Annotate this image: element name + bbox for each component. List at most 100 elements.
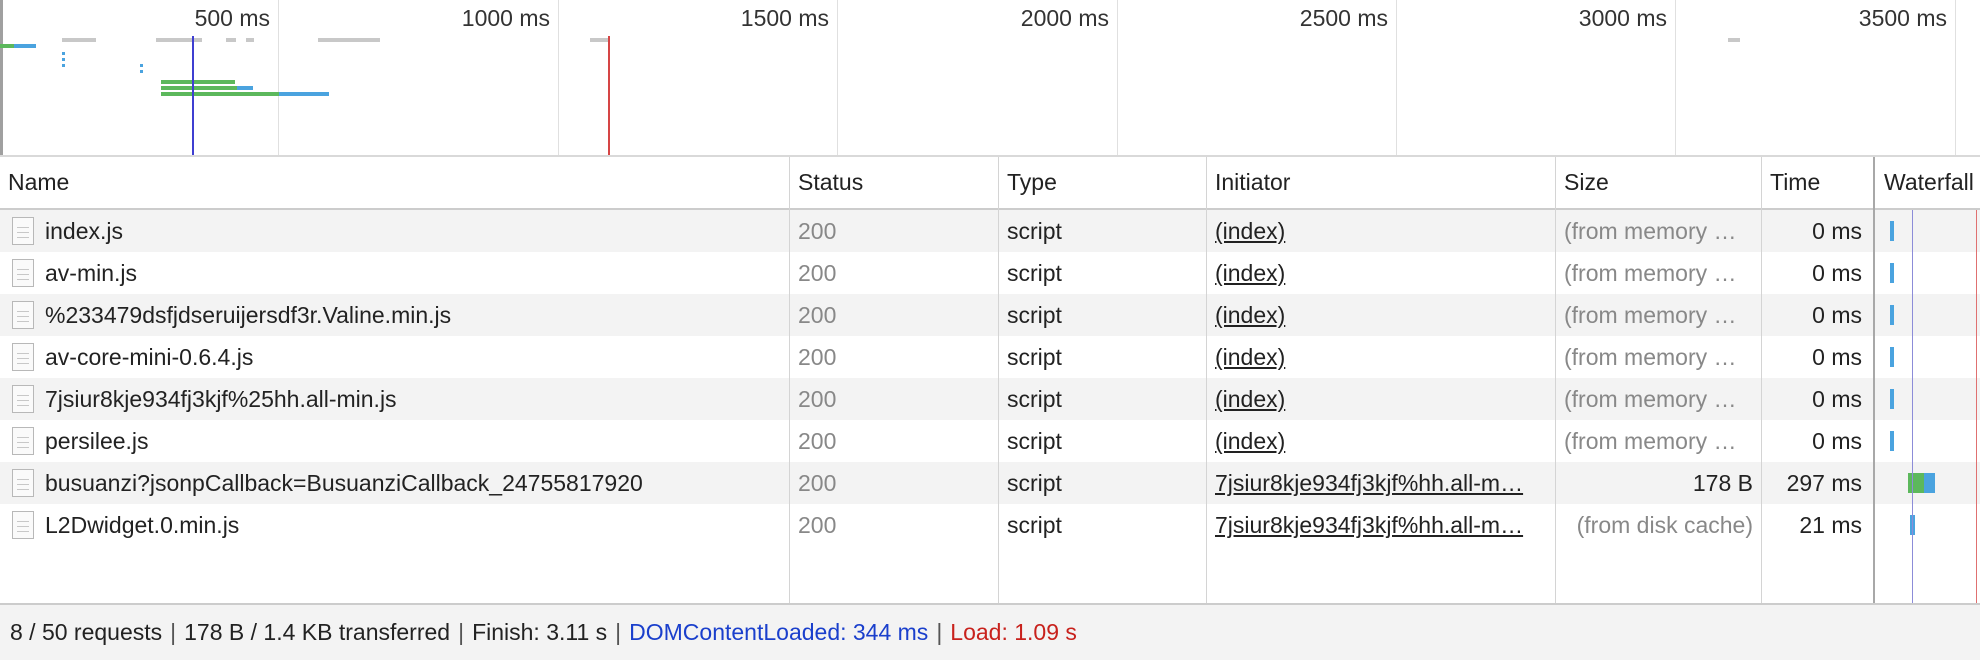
waterfall-bar <box>1890 389 1894 409</box>
overview-tick-label: 1000 ms <box>461 5 550 31</box>
request-status: 200 <box>798 428 837 454</box>
waterfall-load-line <box>1976 210 1977 603</box>
overview-request-bar <box>62 58 65 61</box>
overview-gridline <box>1396 0 1397 155</box>
overview-request-bar <box>140 64 143 67</box>
column-separator[interactable] <box>1761 157 1762 603</box>
script-file-icon <box>12 343 34 371</box>
overview-request-bar <box>161 86 237 90</box>
request-initiator-link[interactable]: (index) <box>1207 378 1555 420</box>
request-name: av-core-mini-0.6.4.js <box>0 336 788 378</box>
request-type: script <box>1007 386 1062 412</box>
waterfall-bar <box>1890 305 1894 325</box>
request-initiator-link[interactable]: (index) <box>1207 294 1555 336</box>
request-name-text: %233479dsfjdseruijersdf3r.Valine.min.js <box>45 302 452 328</box>
table-row[interactable]: index.js 200 script (index) (from memory… <box>0 210 1980 252</box>
separator: | <box>170 619 177 645</box>
request-initiator-link[interactable]: 7jsiur8kje934fj3kjf%hh.all-m… <box>1207 462 1555 504</box>
waterfall-bar <box>1890 347 1894 367</box>
request-size: 178 B <box>1692 470 1753 496</box>
column-separator[interactable] <box>1206 157 1207 603</box>
request-count: 8 / 50 requests <box>10 619 163 645</box>
table-row[interactable]: av-core-mini-0.6.4.js 200 script (index)… <box>0 336 1980 378</box>
column-separator[interactable] <box>1873 157 1875 603</box>
waterfall-bar <box>1890 221 1894 241</box>
overview-gridline <box>1675 0 1676 155</box>
request-name-text: 7jsiur8kje934fj3kjf%25hh.all-min.js <box>45 386 397 412</box>
request-name: persilee.js <box>0 420 788 462</box>
request-name: busuanzi?jsonpCallback=BusuanziCallback_… <box>0 462 788 504</box>
request-status: 200 <box>798 302 837 328</box>
column-header-time[interactable]: Time <box>1762 157 1874 208</box>
overview-request-bar <box>156 38 202 42</box>
overview-request-bar <box>226 38 236 42</box>
script-file-icon <box>12 469 34 497</box>
request-type: script <box>1007 344 1062 370</box>
column-header-waterfall[interactable]: Waterfall <box>1876 157 1980 208</box>
table-row[interactable]: av-min.js 200 script (index) (from memor… <box>0 252 1980 294</box>
overview-request-bar <box>0 44 14 48</box>
separator: | <box>615 619 622 645</box>
request-status: 200 <box>798 512 837 538</box>
waterfall-bar <box>1890 431 1894 451</box>
overview-gridline <box>278 0 279 155</box>
network-request-table: Name Status Type Initiator Size Time Wat… <box>0 157 1980 603</box>
overview-gridline <box>558 0 559 155</box>
request-name-text: index.js <box>45 218 123 244</box>
overview-load-marker <box>608 36 610 155</box>
request-time: 297 ms <box>1786 470 1862 496</box>
column-header-name[interactable]: Name <box>0 157 788 208</box>
request-initiator-link[interactable]: (index) <box>1207 336 1555 378</box>
request-name-text: av-core-mini-0.6.4.js <box>45 344 254 370</box>
overview-request-bar <box>1728 38 1740 42</box>
script-file-icon <box>12 301 34 329</box>
column-header-type[interactable]: Type <box>999 157 1206 208</box>
transferred-size: 178 B / 1.4 KB transferred <box>184 619 451 645</box>
request-type: script <box>1007 218 1062 244</box>
table-row[interactable]: %233479dsfjdseruijersdf3r.Valine.min.js … <box>0 294 1980 336</box>
overview-request-bar <box>14 44 36 48</box>
script-file-icon <box>12 217 34 245</box>
waterfall-bar-download <box>1924 473 1935 493</box>
table-row[interactable]: busuanzi?jsonpCallback=BusuanziCallback_… <box>0 462 1980 504</box>
request-name: %233479dsfjdseruijersdf3r.Valine.min.js <box>0 294 788 336</box>
waterfall-bar <box>1890 263 1894 283</box>
request-time: 0 ms <box>1812 302 1862 328</box>
column-separator[interactable] <box>1555 157 1556 603</box>
overview-timeline[interactable]: 500 ms 1000 ms 1500 ms 2000 ms 2500 ms 3… <box>0 0 1980 157</box>
column-separator[interactable] <box>789 157 790 603</box>
column-header-status[interactable]: Status <box>790 157 998 208</box>
request-size: (from memory … <box>1564 386 1737 412</box>
domcontentloaded-time: DOMContentLoaded: 344 ms <box>629 619 929 645</box>
request-status: 200 <box>798 344 837 370</box>
table-row[interactable]: L2Dwidget.0.min.js 200 script 7jsiur8kje… <box>0 504 1980 546</box>
overview-request-bar <box>279 92 329 96</box>
overview-tick-label: 3000 ms <box>1578 5 1667 31</box>
column-header-initiator[interactable]: Initiator <box>1207 157 1555 208</box>
request-initiator-link[interactable]: (index) <box>1207 252 1555 294</box>
request-initiator-link[interactable]: 7jsiur8kje934fj3kjf%hh.all-m… <box>1207 504 1555 546</box>
request-time: 0 ms <box>1812 218 1862 244</box>
overview-request-bar <box>62 52 65 55</box>
request-initiator-link[interactable]: (index) <box>1207 420 1555 462</box>
request-time: 0 ms <box>1812 344 1862 370</box>
request-status: 200 <box>798 260 837 286</box>
request-initiator-link[interactable]: (index) <box>1207 210 1555 252</box>
overview-tick-label: 1500 ms <box>740 5 829 31</box>
request-time: 0 ms <box>1812 428 1862 454</box>
overview-tick-label: 2500 ms <box>1299 5 1388 31</box>
request-name-text: L2Dwidget.0.min.js <box>45 512 240 538</box>
request-status: 200 <box>798 218 837 244</box>
table-row[interactable]: 7jsiur8kje934fj3kjf%25hh.all-min.js 200 … <box>0 378 1980 420</box>
table-header: Name Status Type Initiator Size Time Wat… <box>0 157 1980 210</box>
request-name: index.js <box>0 210 788 252</box>
column-separator[interactable] <box>998 157 999 603</box>
request-time: 0 ms <box>1812 386 1862 412</box>
waterfall-domcontentloaded-line <box>1912 210 1913 603</box>
request-type: script <box>1007 260 1062 286</box>
overview-request-bar <box>62 64 65 67</box>
column-header-size[interactable]: Size <box>1556 157 1761 208</box>
table-row[interactable]: persilee.js 200 script (index) (from mem… <box>0 420 1980 462</box>
overview-tick-label: 3500 ms <box>1858 5 1947 31</box>
overview-request-bar <box>237 86 253 90</box>
